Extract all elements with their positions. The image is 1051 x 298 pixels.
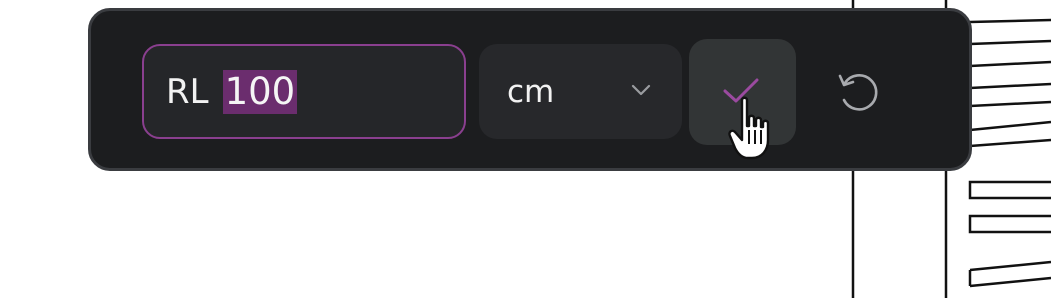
reset-button[interactable] (831, 66, 883, 118)
unit-dropdown-value: cm (507, 73, 555, 110)
unit-dropdown[interactable]: cm (479, 44, 682, 139)
undo-icon (838, 74, 878, 111)
value-prefix-label: RL (166, 71, 209, 112)
measurement-toolbar: RL 100 cm (88, 8, 972, 171)
measurement-value-input[interactable]: RL 100 (142, 44, 466, 139)
selected-value-text[interactable]: 100 (222, 69, 298, 114)
hand-pointer-cursor (728, 96, 770, 160)
chevron-down-icon (631, 84, 651, 96)
drawing-canvas: RL 100 cm (0, 0, 1051, 298)
